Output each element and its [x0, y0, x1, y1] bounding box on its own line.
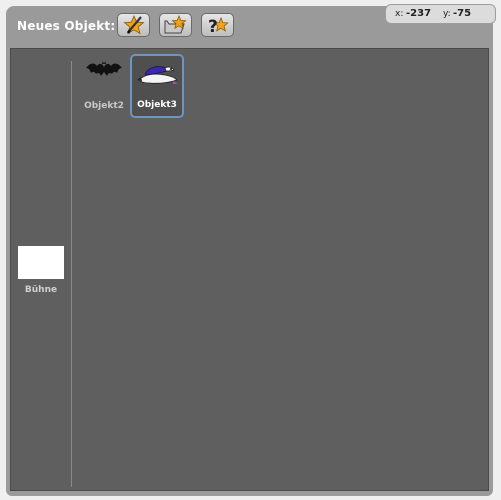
sprite-thumbnail-objekt3[interactable]: Objekt3 [130, 54, 184, 118]
divider [71, 61, 72, 487]
mouse-coordinates: x: -237 y: -75 [385, 4, 496, 24]
folder-star-icon [164, 15, 188, 35]
stage-thumbnail[interactable] [18, 246, 64, 279]
sprite-label: Objekt3 [137, 100, 177, 110]
x-value: -237 [406, 8, 432, 19]
choose-sprite-from-file-button[interactable] [159, 13, 192, 37]
x-label: x: [395, 9, 404, 19]
y-label: y: [443, 9, 451, 19]
bat-icon [85, 60, 123, 86]
random-sprite-button[interactable]: ? [201, 13, 234, 37]
flying-dog-icon [135, 60, 179, 92]
sprite-label: Objekt2 [84, 101, 124, 111]
stage-label: Bühne [24, 285, 58, 295]
sprite-list-frame: Bühne Objekt2 Objekt3 [6, 44, 493, 496]
svg-text:?: ? [208, 17, 218, 35]
new-sprite-label: Neues Objekt: [17, 19, 116, 33]
sprite-thumbnail-objekt2[interactable]: Objekt2 [78, 56, 130, 118]
sprite-pane: Neues Objekt: ? x: -237 y: -75 Bühne Obj… [0, 0, 501, 500]
y-value: -75 [453, 8, 472, 19]
sprite-list-panel: Bühne Objekt2 Objekt3 [10, 48, 489, 491]
paintbrush-star-icon [122, 15, 145, 35]
paint-new-sprite-button[interactable] [117, 13, 150, 37]
question-star-icon: ? [206, 15, 230, 35]
